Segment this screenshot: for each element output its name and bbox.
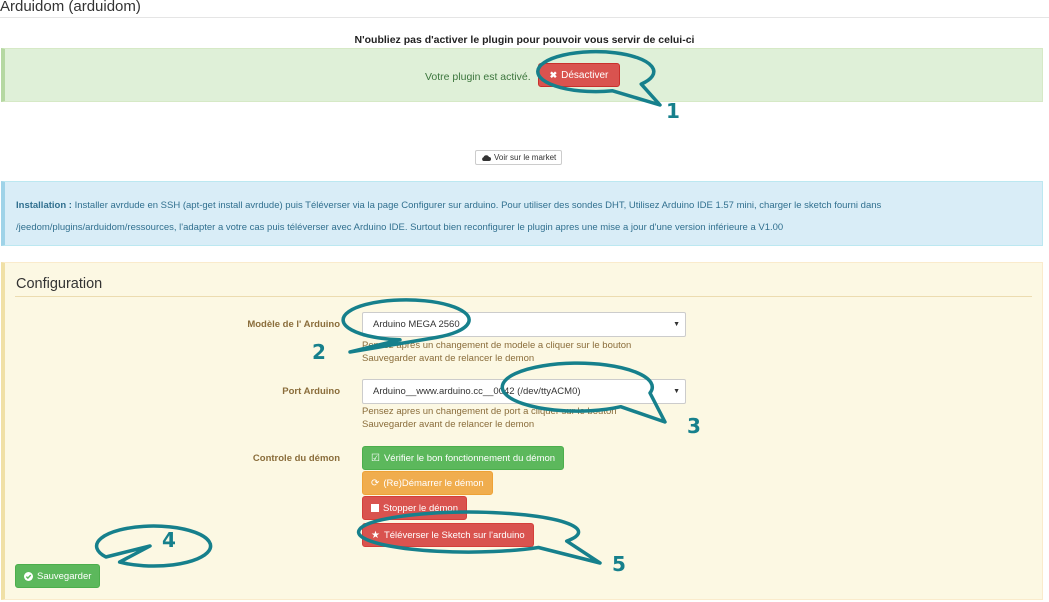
activation-warning: N'oubliez pas d'activer le plugin pour p… bbox=[354, 34, 695, 46]
annotation-number-2: 2 bbox=[312, 340, 326, 364]
save-button[interactable]: Sauvegarder bbox=[15, 564, 101, 588]
port-help-line-2: Sauvegarder avant de relancer le demon bbox=[362, 419, 535, 430]
restart-daemon-label: (Re)Démarrer le démon bbox=[383, 477, 484, 489]
deactivate-label: Désactiver bbox=[561, 69, 609, 81]
annotation-number-3: 3 bbox=[687, 414, 701, 438]
page-title: Arduidom (arduidom) bbox=[0, 0, 141, 15]
caret-down-icon: ▼ bbox=[673, 388, 680, 395]
annotation-number-5: 5 bbox=[612, 552, 626, 576]
check-daemon-label: Vérifier le bon fonctionnement du démon bbox=[383, 452, 556, 464]
installation-text-line-1: Installation : Installer avrdude en SSH … bbox=[16, 200, 881, 211]
plugin-status-text: Votre plugin est activé. bbox=[425, 71, 531, 83]
annotation-number-1: 1 bbox=[666, 99, 680, 123]
stop-daemon-button[interactable]: Stopper le démon bbox=[362, 496, 467, 520]
annotation-number-4: 4 bbox=[162, 528, 176, 552]
cloud-icon bbox=[482, 154, 491, 161]
stop-icon bbox=[371, 504, 379, 512]
market-button[interactable]: Voir sur le market bbox=[475, 150, 563, 165]
model-help-line-1: Pensez apres un changement de modele a c… bbox=[362, 340, 632, 351]
port-help: Pensez apres un changement de port a cli… bbox=[362, 405, 617, 431]
configuration-title: Configuration bbox=[16, 276, 103, 292]
checkbox-icon: ☑ bbox=[371, 452, 380, 464]
check-daemon-button[interactable]: ☑ Vérifier le bon fonctionnement du démo… bbox=[362, 446, 565, 470]
model-select-value: Arduino MEGA 2560 bbox=[373, 319, 460, 330]
caret-down-icon: ▼ bbox=[673, 321, 680, 328]
model-label: Modèle de l' Arduino bbox=[247, 319, 340, 330]
upload-sketch-button[interactable]: ★ Téléverser le Sketch sur l'arduino bbox=[362, 523, 534, 547]
model-help: Pensez apres un changement de modele a c… bbox=[362, 339, 631, 365]
restart-daemon-button[interactable]: ⟳ (Re)Démarrer le démon bbox=[362, 471, 493, 495]
deactivate-button[interactable]: ✖ Désactiver bbox=[538, 63, 620, 87]
upload-sketch-label: Téléverser le Sketch sur l'arduino bbox=[383, 529, 525, 541]
star-icon: ★ bbox=[371, 529, 380, 541]
save-label: Sauvegarder bbox=[37, 570, 92, 582]
refresh-icon: ⟳ bbox=[371, 477, 380, 489]
daemon-control-label: Controle du démon bbox=[252, 453, 340, 464]
installation-label: Installation : bbox=[16, 200, 72, 211]
installation-text-line-2: /jeedom/plugins/arduidom/ressources, l'a… bbox=[16, 222, 784, 233]
installation-text-1: Installer avrdude en SSH (apt-get instal… bbox=[74, 200, 882, 211]
installation-info-box bbox=[1, 181, 1043, 246]
model-help-line-2: Sauvegarder avant de relancer le demon bbox=[362, 353, 535, 364]
market-label: Voir sur le market bbox=[494, 153, 557, 162]
port-select[interactable]: Arduino__www.arduino.cc__0042 (/dev/ttyA… bbox=[362, 379, 686, 404]
model-select[interactable]: Arduino MEGA 2560 ▼ bbox=[362, 312, 686, 337]
port-label: Port Arduino bbox=[282, 386, 340, 397]
title-divider bbox=[0, 17, 1049, 18]
stop-daemon-label: Stopper le démon bbox=[383, 502, 458, 514]
port-select-value: Arduino__www.arduino.cc__0042 (/dev/ttyA… bbox=[373, 386, 581, 397]
check-circle-icon bbox=[24, 571, 33, 581]
port-help-line-1: Pensez apres un changement de port a cli… bbox=[362, 406, 617, 417]
close-icon: ✖ bbox=[549, 69, 558, 80]
configuration-divider bbox=[15, 296, 1032, 297]
